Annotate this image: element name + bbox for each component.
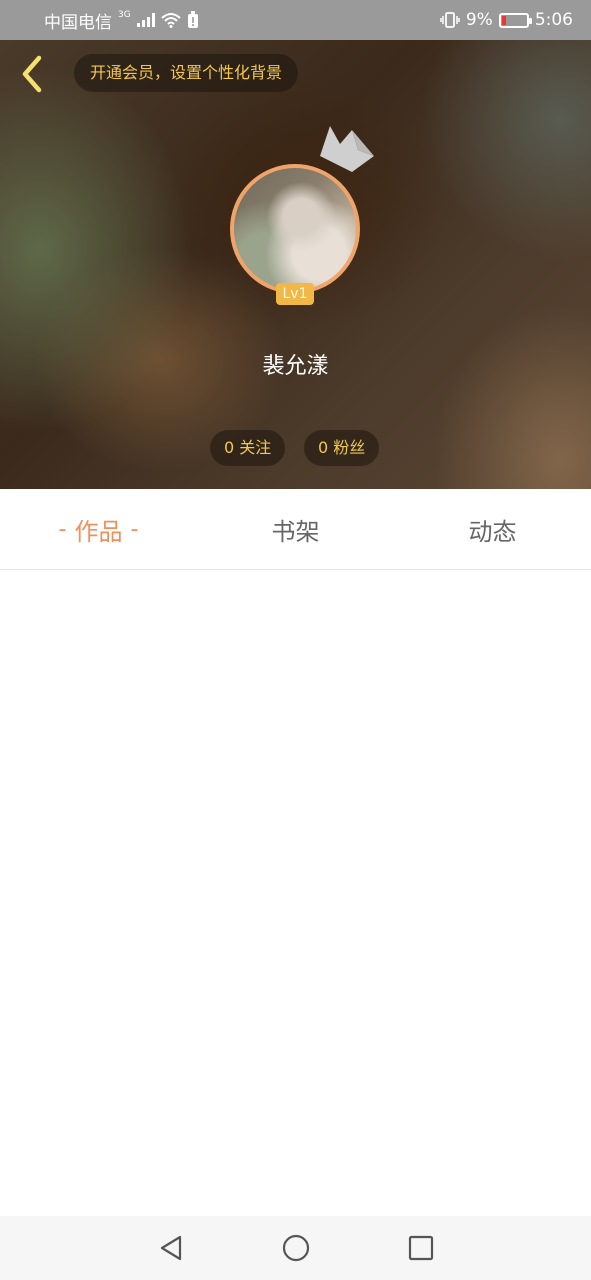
square-recent-icon [408,1235,433,1261]
profile-header: 开通会员，设置个性化背景 Lv1 裴允漾 0 关注 0 粉丝 [0,40,591,489]
tab-bookshelf[interactable]: 书架 [197,489,394,569]
chevron-left-icon [22,55,42,93]
tab-activity[interactable]: 动态 [394,489,591,569]
following-count[interactable]: 0 关注 [210,430,286,466]
tab-label: 动态 [468,517,517,546]
status-left: 中国电信 3G [44,8,199,33]
avatar[interactable] [230,164,360,294]
system-nav-bar [0,1216,591,1280]
battery-percent: 9% [465,10,493,30]
tab-content [0,571,591,1216]
tab-indicator-right: - [130,516,139,542]
tab-works[interactable]: - 作品 - [0,489,197,569]
nav-recent-button[interactable] [406,1233,436,1263]
nav-back-button[interactable] [156,1233,186,1263]
profile-tabs: - 作品 - 书架 动态 [0,489,591,570]
back-button[interactable] [14,54,50,94]
vibrate-icon [440,12,460,28]
username: 裴允漾 [262,354,329,379]
vip-background-banner[interactable]: 开通会员，设置个性化背景 [74,54,299,92]
wifi-icon [161,13,181,28]
battery-icon [498,12,532,28]
status-right: 9% 5:06 [440,10,573,30]
network-type: 3G [118,10,131,20]
circle-home-icon [282,1234,309,1262]
tab-indicator-left: - [58,516,67,542]
clock: 5:06 [534,10,573,30]
tab-label: 作品 [74,517,123,546]
triangle-back-icon [160,1235,181,1261]
signal-icon [136,13,155,27]
level-badge: Lv1 [276,283,314,305]
battery-alert-icon [187,11,198,28]
nav-home-button[interactable] [281,1233,311,1263]
fans-count[interactable]: 0 粉丝 [304,430,380,466]
carrier-name: 中国电信 [44,12,112,33]
status-bar: 中国电信 3G 9% 5:06 [0,0,591,40]
tab-label: 书架 [271,517,320,546]
